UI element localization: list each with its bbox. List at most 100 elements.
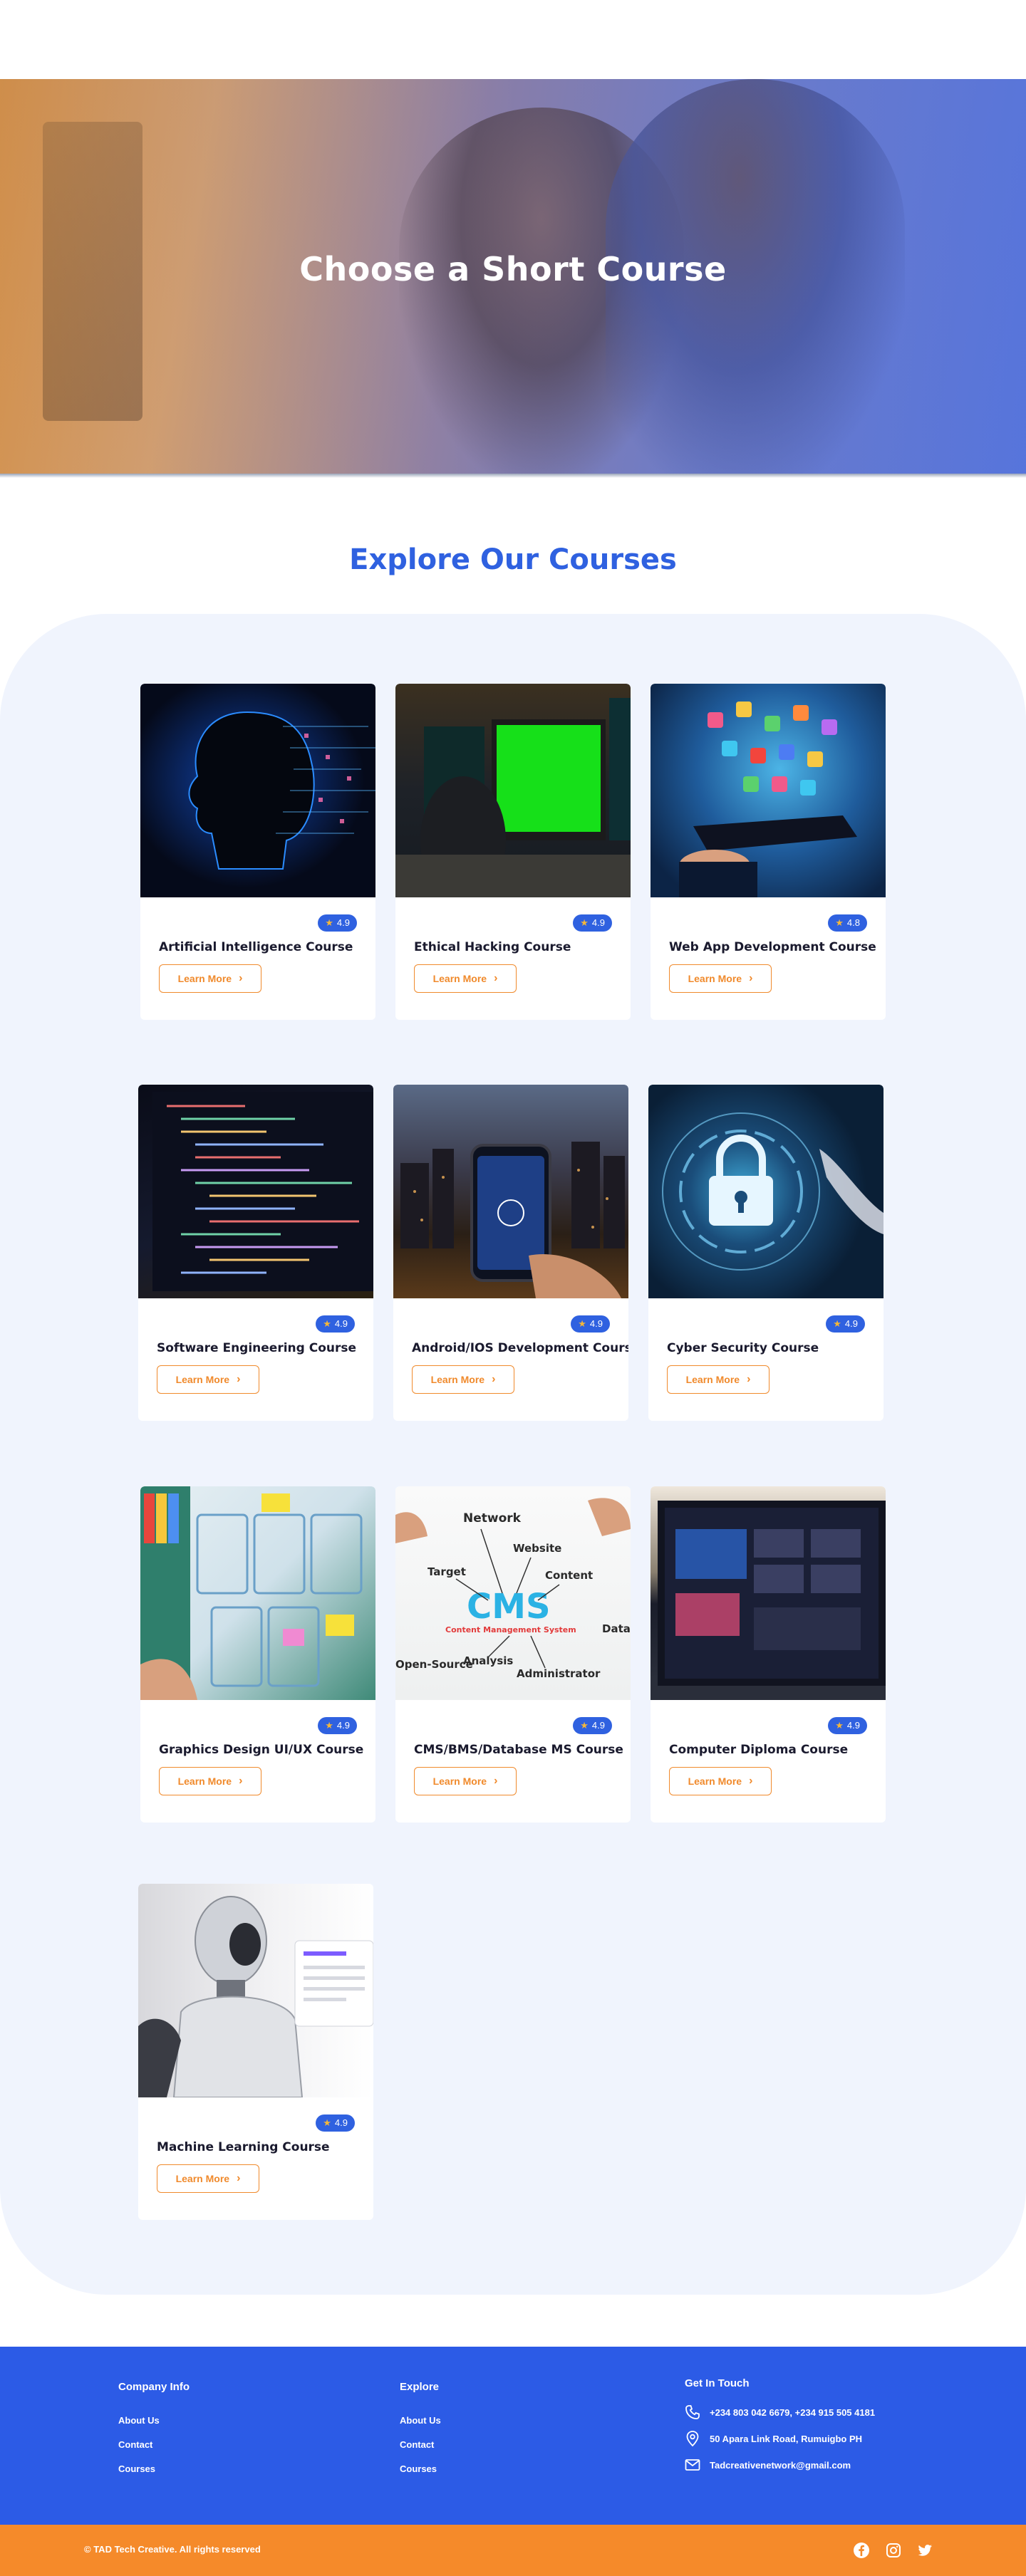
cms-label-open-source: Open-Source [395,1658,473,1671]
course-title: Ethical Hacking Course [414,940,571,954]
chevron-right-icon: › [494,1775,498,1787]
wireframe-sketch-image [140,1486,375,1700]
course-card: ★ 4.8 Web App Development Course Learn Mo… [651,684,886,1020]
learn-more-button[interactable]: Learn More › [159,1767,261,1795]
footer-link-contact[interactable]: Contact [400,2439,434,2450]
hero-divider [0,474,1026,478]
rating-badge: ★ 4.9 [573,1717,612,1734]
course-card: ★ 4.9 Ethical Hacking Course Learn More › [395,684,631,1020]
laptop-apps-image [651,684,886,897]
learn-more-button[interactable]: Learn More › [669,1767,772,1795]
footer-address: 50 Apara Link Road, Rumuigbo PH [684,2430,862,2447]
learn-more-button[interactable]: Learn More › [159,964,261,993]
course-card: ★ 4.9 Artificial Intelligence Course Lear… [140,684,375,1020]
footer-email[interactable]: Tadcreativenetwork@gmail.com [684,2456,851,2473]
star-icon: ★ [835,917,844,928]
cms-label-subtitle: Content Management System [445,1625,576,1634]
rating-badge: ★ 4.9 [828,1717,867,1734]
footer-company-title: Company Info [118,2381,190,2393]
rating-badge: ★ 4.9 [826,1315,865,1333]
cms-label-target: Target [428,1565,466,1578]
code-screen-image [138,1085,373,1298]
rating-badge: ★ 4.9 [316,2114,355,2132]
cms-label-data: Data [602,1622,631,1635]
star-icon: ★ [580,917,589,928]
desktop-monitor-image [651,1486,886,1700]
course-title: Software Engineering Course [157,1341,357,1355]
course-title: Web App Development Course [669,940,876,954]
course-title: Cyber Security Course [667,1341,819,1355]
chevron-right-icon: › [492,1373,496,1385]
course-card: ★ 4.9 Android/IOS Development Course Lear… [393,1085,628,1421]
footer-link-contact[interactable]: Contact [118,2439,152,2450]
cms-label-cms: CMS [467,1587,551,1627]
cms-label-website: Website [513,1542,561,1555]
chevron-right-icon: › [239,972,243,984]
chevron-right-icon: › [749,972,753,984]
footer: Company Info About Us Contact Courses Ex… [0,2347,1026,2525]
star-icon: ★ [325,1720,333,1731]
learn-more-button[interactable]: Learn More › [157,2164,259,2193]
top-bar [0,0,1026,79]
learn-more-button[interactable]: Learn More › [414,964,517,993]
cms-diagram-image: Network Website Target Content Data Open… [395,1486,631,1700]
footer-explore-title: Explore [400,2381,440,2393]
footer-phone[interactable]: +234 803 042 6679, +234 915 505 4181 [684,2404,875,2421]
page: Choose a Short Course Explore Our Course… [0,0,1026,2576]
course-title: Android/IOS Development Course [412,1341,628,1355]
mail-icon [685,2459,700,2471]
hero-title: Choose a Short Course [299,250,727,288]
location-pin-icon [686,2431,699,2447]
learn-more-button[interactable]: Learn More › [157,1365,259,1394]
learn-more-button[interactable]: Learn More › [667,1365,770,1394]
footer-link-courses[interactable]: Courses [400,2463,437,2474]
chevron-right-icon: › [494,972,498,984]
star-icon: ★ [833,1318,841,1329]
padlock-image [648,1085,884,1298]
chevron-right-icon: › [237,1373,241,1385]
cms-label-network: Network [463,1511,522,1526]
course-card: Network Website Target Content Data Open… [395,1486,631,1823]
learn-more-button[interactable]: Learn More › [414,1767,517,1795]
section-title: Explore Our Courses [349,543,677,576]
hero-banner: Choose a Short Course [0,79,1026,478]
twitter-icon[interactable] [916,2542,933,2559]
footer-link-about[interactable]: About Us [400,2415,441,2426]
ai-head-image [140,684,375,897]
chevron-right-icon: › [749,1775,753,1787]
cms-label-content: Content [545,1569,593,1582]
copyright-bar: © TAD Tech Creative. All rights reserved [0,2525,1026,2576]
robot-image [138,1884,373,2097]
facebook-icon[interactable] [853,2542,870,2559]
course-title: CMS/BMS/Database MS Course [414,1743,623,1757]
rating-badge: ★ 4.8 [828,914,867,932]
star-icon: ★ [835,1720,844,1731]
instagram-icon[interactable] [885,2542,902,2559]
cms-label-analysis: Analysis [463,1654,513,1667]
learn-more-button[interactable]: Learn More › [669,964,772,993]
chevron-right-icon: › [237,2172,241,2184]
rating-badge: ★ 4.9 [571,1315,610,1333]
rating-badge: ★ 4.9 [316,1315,355,1333]
course-card: ★ 4.9 Graphics Design UI/UX Course Learn … [140,1486,375,1823]
course-card: ★ 4.9 Computer Diploma Course Learn More › [651,1486,886,1823]
chevron-right-icon: › [239,1775,243,1787]
star-icon: ★ [325,917,333,928]
rating-badge: ★ 4.9 [318,914,357,932]
star-icon: ★ [323,1318,331,1329]
copyright-text: © TAD Tech Creative. All rights reserved [84,2544,261,2555]
chevron-right-icon: › [747,1373,751,1385]
footer-contact-title: Get In Touch [685,2377,750,2389]
course-title: Graphics Design UI/UX Course [159,1743,364,1757]
learn-more-button[interactable]: Learn More › [412,1365,514,1394]
rating-badge: ★ 4.9 [573,914,612,932]
footer-link-about[interactable]: About Us [118,2415,160,2426]
star-icon: ★ [578,1318,586,1329]
rating-badge: ★ 4.9 [318,1717,357,1734]
course-title: Machine Learning Course [157,2140,330,2154]
hacker-monitors-image [395,684,631,897]
footer-link-courses[interactable]: Courses [118,2463,155,2474]
star-icon: ★ [323,2117,331,2128]
star-icon: ★ [580,1720,589,1731]
course-card: ★ 4.9 Cyber Security Course Learn More › [648,1085,884,1421]
